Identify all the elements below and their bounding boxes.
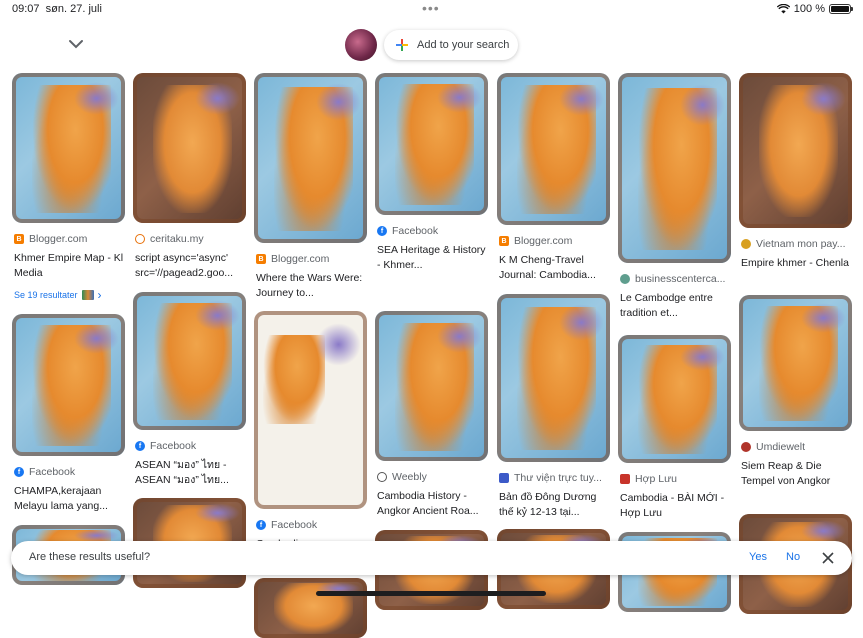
result-thumbnail[interactable] [254,578,367,638]
result-source[interactable]: ceritaku.my [135,233,248,245]
result-thumbnail[interactable] [618,73,731,263]
multitasking-dots-icon[interactable]: ••• [422,0,440,16]
status-time: 09:07 søn. 27. juli [12,3,102,15]
facebook-icon: f [256,520,266,530]
result-thumbnail[interactable] [133,292,246,430]
battery-icon [829,4,853,14]
facebook-icon: f [377,226,387,236]
feedback-bar: Are these results useful? Yes No [11,541,852,575]
add-to-search-button[interactable]: Add to your search [384,30,518,60]
result-thumbnail[interactable] [12,314,125,456]
result-title[interactable]: ASEAN “มอง” ไทย - ASEAN “มอง” ไทย... [135,458,245,488]
result-source-label: Facebook [150,440,197,452]
ceritaku-icon [135,234,145,244]
result-thumbnail[interactable] [12,73,125,223]
status-right: 100 % [776,3,853,15]
result-title[interactable]: K M Cheng-Travel Journal: Cambodia... [499,253,609,283]
result-source-label: Umdiewelt [756,441,806,453]
result-source[interactable]: Hợp Lưu [620,473,733,485]
result-source[interactable]: B Blogger.com [499,235,612,247]
umdiewelt-icon [741,442,751,452]
feedback-yes-button[interactable]: Yes [749,551,767,563]
chevron-down-icon[interactable] [66,34,86,54]
result-source-label: Blogger.com [514,235,573,247]
home-indicator[interactable] [316,591,546,596]
result-title[interactable]: Siem Reap & Die Tempel von Angkor [741,459,851,489]
result-source-label: Vietnam mon pay... [756,238,846,250]
see-more-results-link[interactable]: Se 19 resultater › [14,288,102,302]
result-title[interactable]: SEA Heritage & History - Khmer... [377,243,487,273]
weebly-icon [377,472,387,482]
result-source-label: businesscenterca... [635,273,726,285]
close-icon[interactable] [821,551,835,565]
result-thumbnail[interactable] [739,295,852,431]
result-source[interactable]: f Facebook [14,466,127,478]
result-source[interactable]: Vietnam mon pay... [741,238,854,250]
result-thumbnail[interactable] [254,311,367,509]
chevron-right-icon: › [97,288,102,302]
result-source-label: Facebook [392,225,439,237]
feedback-question: Are these results useful? [29,551,151,563]
result-source-label: Hợp Lưu [635,473,677,485]
result-source[interactable]: f Facebook [377,225,490,237]
result-title[interactable]: Cambodia - BÀI MỚI - Hợp Lưu [620,491,730,521]
see-more-results-label: Se 19 resultater [14,290,78,300]
result-source-label: Facebook [271,519,318,531]
feedback-no-button[interactable]: No [786,551,800,563]
blogger-icon: B [256,254,266,264]
thuvien-icon [499,473,509,483]
result-thumbnail[interactable] [497,73,610,225]
blogger-icon: B [499,236,509,246]
facebook-icon: f [14,467,24,477]
result-thumbnail[interactable] [133,73,246,223]
result-title[interactable]: Le Cambodge entre tradition et... [620,291,730,321]
result-thumbnail[interactable] [254,73,367,243]
result-source[interactable]: B Blogger.com [256,253,369,265]
business-icon [620,274,630,284]
result-source[interactable]: f Facebook [256,519,369,531]
result-source-label: Blogger.com [29,233,88,245]
result-source[interactable]: B Blogger.com [14,233,127,245]
result-thumbnail[interactable] [739,73,852,228]
result-title[interactable]: Bản đồ Đông Dương thế kỷ 12-13 tại... [499,490,609,520]
result-source-label: Blogger.com [271,253,330,265]
result-title[interactable]: Empire khmer - Chenla [741,256,851,271]
result-title[interactable]: Cambodia History - Angkor Ancient Roa... [377,489,487,519]
blogger-icon: B [14,234,24,244]
result-source[interactable]: Umdiewelt [741,441,854,453]
avatar[interactable] [345,29,377,61]
result-title[interactable]: script async='async' src='//pagead2.goo.… [135,251,245,281]
result-source[interactable]: Weebly [377,471,490,483]
result-thumbnail[interactable] [375,311,488,461]
plus-icon [396,39,408,51]
result-source[interactable]: f Facebook [135,440,248,452]
result-title[interactable]: CHAMPA,kerajaan Melayu lama yang... [14,484,124,514]
hopluu-icon [620,474,630,484]
result-source-label: ceritaku.my [150,233,204,245]
result-thumbnail[interactable] [618,335,731,463]
result-thumbnail[interactable] [497,294,610,462]
result-thumbnail[interactable] [375,73,488,215]
result-preview-icon [81,290,94,300]
add-to-search-label: Add to your search [417,39,510,51]
result-source-label: Weebly [392,471,427,483]
result-source[interactable]: Thư viện trực tuy... [499,472,612,484]
result-source-label: Thư viện trực tuy... [514,472,602,484]
result-source-label: Facebook [29,466,76,478]
wifi-icon [776,4,790,14]
status-bar: 09:07 søn. 27. juli ••• 100 % [0,0,863,20]
battery-percentage: 100 % [793,3,825,15]
result-source[interactable]: businesscenterca... [620,273,733,285]
result-title[interactable]: Khmer Empire Map - Kl Media [14,251,124,281]
facebook-icon: f [135,441,145,451]
result-title[interactable]: Where the Wars Were: Journey to... [256,271,366,301]
vietnam-icon [741,239,751,249]
